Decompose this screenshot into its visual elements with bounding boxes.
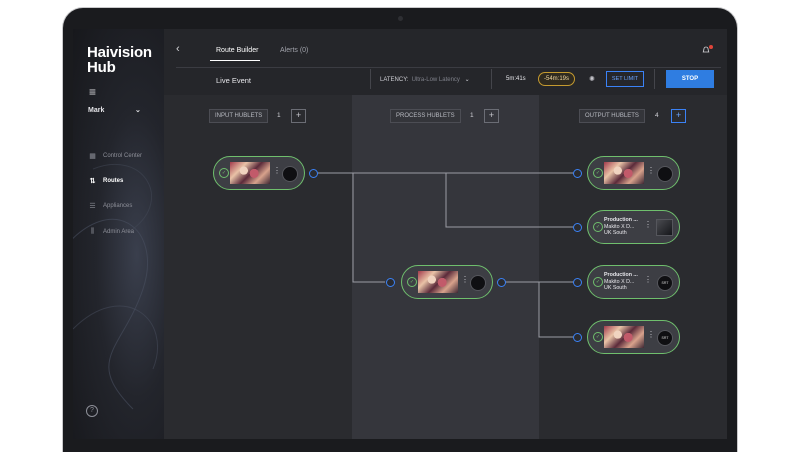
sidebar-item-label: Admin Area [103,229,135,235]
status-ok-icon: ✓ [593,168,603,178]
sidebar-item-label: Control Center [103,153,143,159]
routes-icon: ⇅ [89,178,96,185]
sidebar: Haivision Hub ≡ Mark ⌄ ▦ Control Center … [73,29,164,439]
more-options-icon[interactable]: ⋮ [273,166,281,175]
haivision-hub-logo: Haivision Hub [87,45,152,75]
process-logo [470,275,486,291]
chevron-down-icon: ⌄ [135,107,141,114]
source-logo [282,166,298,182]
video-thumbnail [418,271,458,293]
more-options-icon[interactable]: ⋮ [647,330,655,339]
camera-dot [398,16,403,21]
status-ok-icon: ✓ [593,222,603,232]
sidebar-item-label: Routes [103,178,124,184]
sidebar-item-label: Appliances [103,203,133,209]
more-options-icon[interactable]: ⋮ [461,275,469,284]
output-hublet-node[interactable]: ✓ Production ... Makito X D... UK South … [587,210,680,244]
grid-icon: ▦ [89,153,96,160]
output-port[interactable] [309,169,318,178]
input-port[interactable] [573,333,582,342]
sidebar-item-routes[interactable]: ⇅ Routes [88,173,164,189]
output-location: UK South [604,285,627,291]
video-thumbnail [604,162,644,184]
output-hublet-node[interactable]: ✓ ⋮ [587,156,680,190]
srt-logo: SRT [657,330,673,346]
output-location: UK South [604,230,627,236]
sliders-icon: ⫼ [90,228,95,235]
hamburger-menu-icon[interactable]: ≡ [89,85,96,99]
output-device: Makito X D... [604,278,635,285]
more-options-icon[interactable]: ⋮ [647,166,655,175]
video-thumbnail [230,162,270,184]
input-port[interactable] [386,278,395,287]
status-ok-icon: ✓ [593,332,603,342]
sidebar-item-control-center[interactable]: ▦ Control Center [88,148,164,164]
input-hublet-node[interactable]: ✓ ⋮ [213,156,305,190]
status-ok-icon: ✓ [219,168,229,178]
input-port[interactable] [573,169,582,178]
output-hublet-node[interactable]: ✓ Production ... Makito X D... UK South … [587,265,680,299]
app-screen: Haivision Hub ≡ Mark ⌄ ▦ Control Center … [73,29,727,439]
sidebar-item-appliances[interactable]: ☰ Appliances [88,198,164,214]
logo-line1: Haivision [87,44,152,61]
output-device: Makito X D... [604,223,635,230]
main-area: ‹ Route Builder Alerts (0) Live Event LA… [164,29,727,439]
help-icon[interactable]: ? [86,405,98,417]
user-name: Mark [88,107,105,114]
srt-logo: SRT [657,275,673,291]
destination-logo [657,166,673,182]
logo-line2: Hub [87,59,116,76]
output-title: Production ... [604,272,638,278]
output-title: Production ... [604,217,638,223]
status-ok-icon: ✓ [593,277,603,287]
output-port[interactable] [497,278,506,287]
status-ok-icon: ✓ [407,277,417,287]
more-options-icon[interactable]: ⋮ [644,220,652,229]
video-thumbnail [604,326,644,348]
input-port[interactable] [573,223,582,232]
more-options-icon[interactable]: ⋮ [644,275,652,284]
process-hublet-node[interactable]: ✓ ⋮ [401,265,493,299]
output-details: Production ... Makito X D... UK South [604,217,638,237]
input-port[interactable] [573,278,582,287]
user-menu[interactable]: Mark ⌄ [88,107,141,114]
destination-thumbnail [656,219,673,236]
output-hublet-node[interactable]: ✓ ⋮ SRT [587,320,680,354]
sidebar-item-admin-area[interactable]: ⫼ Admin Area [88,224,164,240]
output-details: Production ... Makito X D... UK South [604,272,638,292]
appliances-icon: ☰ [89,203,96,210]
